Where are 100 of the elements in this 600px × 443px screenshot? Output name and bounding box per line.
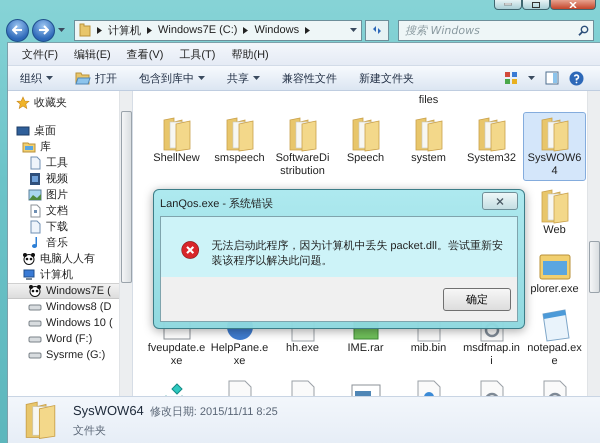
toolbar-button[interactable]: 组织 [16,70,57,86]
file-item[interactable]: System32 [460,112,523,181]
file-item[interactable]: Web [523,184,586,240]
file-name[interactable]: files [400,94,458,107]
close-button[interactable] [550,0,596,10]
view-options-icon[interactable] [504,71,518,85]
menu-item[interactable]: 工具(T) [173,46,222,62]
video-icon [28,172,42,186]
close-icon [569,2,577,8]
menu-item[interactable]: 文件(F) [16,46,64,62]
minimize-button[interactable] [494,0,522,10]
breadcrumb[interactable]: Windows7E (C:) [158,24,238,36]
scrollbar-thumb[interactable] [120,111,132,283]
folder-icon [540,188,570,224]
folder-icon [414,116,444,152]
scrollbar-thumb[interactable] [588,241,600,293]
preview-pane-icon[interactable] [545,71,559,85]
breadcrumb[interactable]: 计算机 [108,22,141,38]
maximize-icon [532,2,540,8]
menu-item[interactable]: 编辑(E) [68,46,117,62]
file-item[interactable]: smspeech [208,112,271,181]
sidebar-item[interactable]: 下载 [8,219,119,235]
caret-icon [350,28,357,32]
folder-icon [288,116,318,152]
close-button[interactable] [482,192,518,210]
sidebar-item[interactable]: 视频 [8,171,119,187]
folder-icon [350,116,380,152]
file-item[interactable]: Speech [334,112,397,181]
toolbar-button[interactable]: 共享 [223,70,264,86]
star-icon [16,96,30,110]
toolbar-button[interactable]: 新建文件夹 [355,70,418,86]
sidebar-item[interactable]: Windows8 (D [8,299,119,315]
scrollbar[interactable] [119,91,132,396]
refresh-icon [371,24,383,36]
help-icon[interactable] [569,70,584,86]
search-input[interactable]: 搜索 Windows [403,22,578,38]
chevron-icon [97,26,102,34]
sidebar-item[interactable]: 桌面 [8,123,119,139]
caret-icon [198,76,205,80]
open-folder-icon [75,72,91,84]
chevron-icon [305,26,310,34]
computer-icon [22,268,36,282]
panda-icon [28,284,42,298]
sidebar-item[interactable]: 计算机 [8,267,119,283]
folder-icon [224,116,254,152]
caret-icon [58,28,65,32]
document-icon [28,220,42,234]
folder-icon [540,116,570,152]
scrollbar[interactable] [587,91,600,396]
address-bar[interactable]: 计算机 Windows7E (C:) Windows [74,20,362,40]
folder-icon [24,400,57,440]
chevron-icon [147,26,152,34]
caret-icon [253,76,260,80]
file-item[interactable]: SoftwareDistribution [271,112,334,181]
library-icon [22,140,36,154]
sidebar-item[interactable]: 音乐 [8,235,119,251]
error-message: 无法启动此程序，因为计算机中丢失 packet.dll。尝试重新安装该程序以解决此问题。 [211,239,503,269]
sidebar-item[interactable]: Word (F:) [8,331,119,347]
menu-item[interactable]: 查看(V) [120,46,170,62]
sidebar-item[interactable]: 工具 [8,155,119,171]
modified-date: 修改日期: 2015/11/11 8:25 [150,404,278,418]
caret-icon [46,76,53,80]
breadcrumb[interactable]: Windows [254,24,300,36]
refresh-button[interactable] [365,20,389,40]
dialog-title: LanQos.exe - 系统错误 [160,196,274,210]
chevron-icon [243,26,248,34]
sidebar-item[interactable]: 收藏夹 [8,95,119,111]
folder-icon [476,116,506,152]
caret-icon [528,76,535,80]
sidebar-item[interactable]: Windows 10 ( [8,315,119,331]
toolbar-button[interactable]: 兼容性文件 [278,70,341,86]
file-type: 文件夹 [73,424,107,438]
toolbar-button[interactable]: 包含到库中 [135,70,209,86]
file-item[interactable]: ShellNew [145,112,208,181]
back-button[interactable] [6,18,29,42]
forward-arrow-icon [38,25,49,35]
file-item[interactable]: notepad.exe [523,302,586,371]
sidebar-item[interactable]: 库 [8,139,119,155]
close-icon [496,198,504,204]
toolbar-button[interactable]: 打开 [71,70,121,86]
sidebar-item[interactable]: 电脑人人有 [8,251,119,267]
file-item[interactable]: SysWOW64 [523,112,586,181]
menu-item[interactable]: 帮助(H) [225,46,275,62]
file-item[interactable]: plorer.exe [523,243,586,299]
text-document-icon [28,204,42,218]
sidebar-item[interactable]: 图片 [8,187,119,203]
desktop-icon [16,124,30,138]
back-arrow-icon [12,25,23,35]
document-icon [28,156,42,170]
sidebar-item[interactable]: Sysrme (G:) [8,347,119,363]
file-item[interactable]: system [397,112,460,181]
forward-button[interactable] [32,18,55,42]
search-icon [578,24,589,36]
sidebar-item[interactable]: 文档 [8,203,119,219]
panda-icon [22,252,36,266]
picture-icon [28,188,42,202]
search-field[interactable]: 搜索 Windows [398,20,594,40]
ok-button[interactable]: 确定 [443,288,511,310]
sidebar-item[interactable]: Windows7E ( [8,283,119,299]
maximize-button[interactable] [522,0,550,10]
